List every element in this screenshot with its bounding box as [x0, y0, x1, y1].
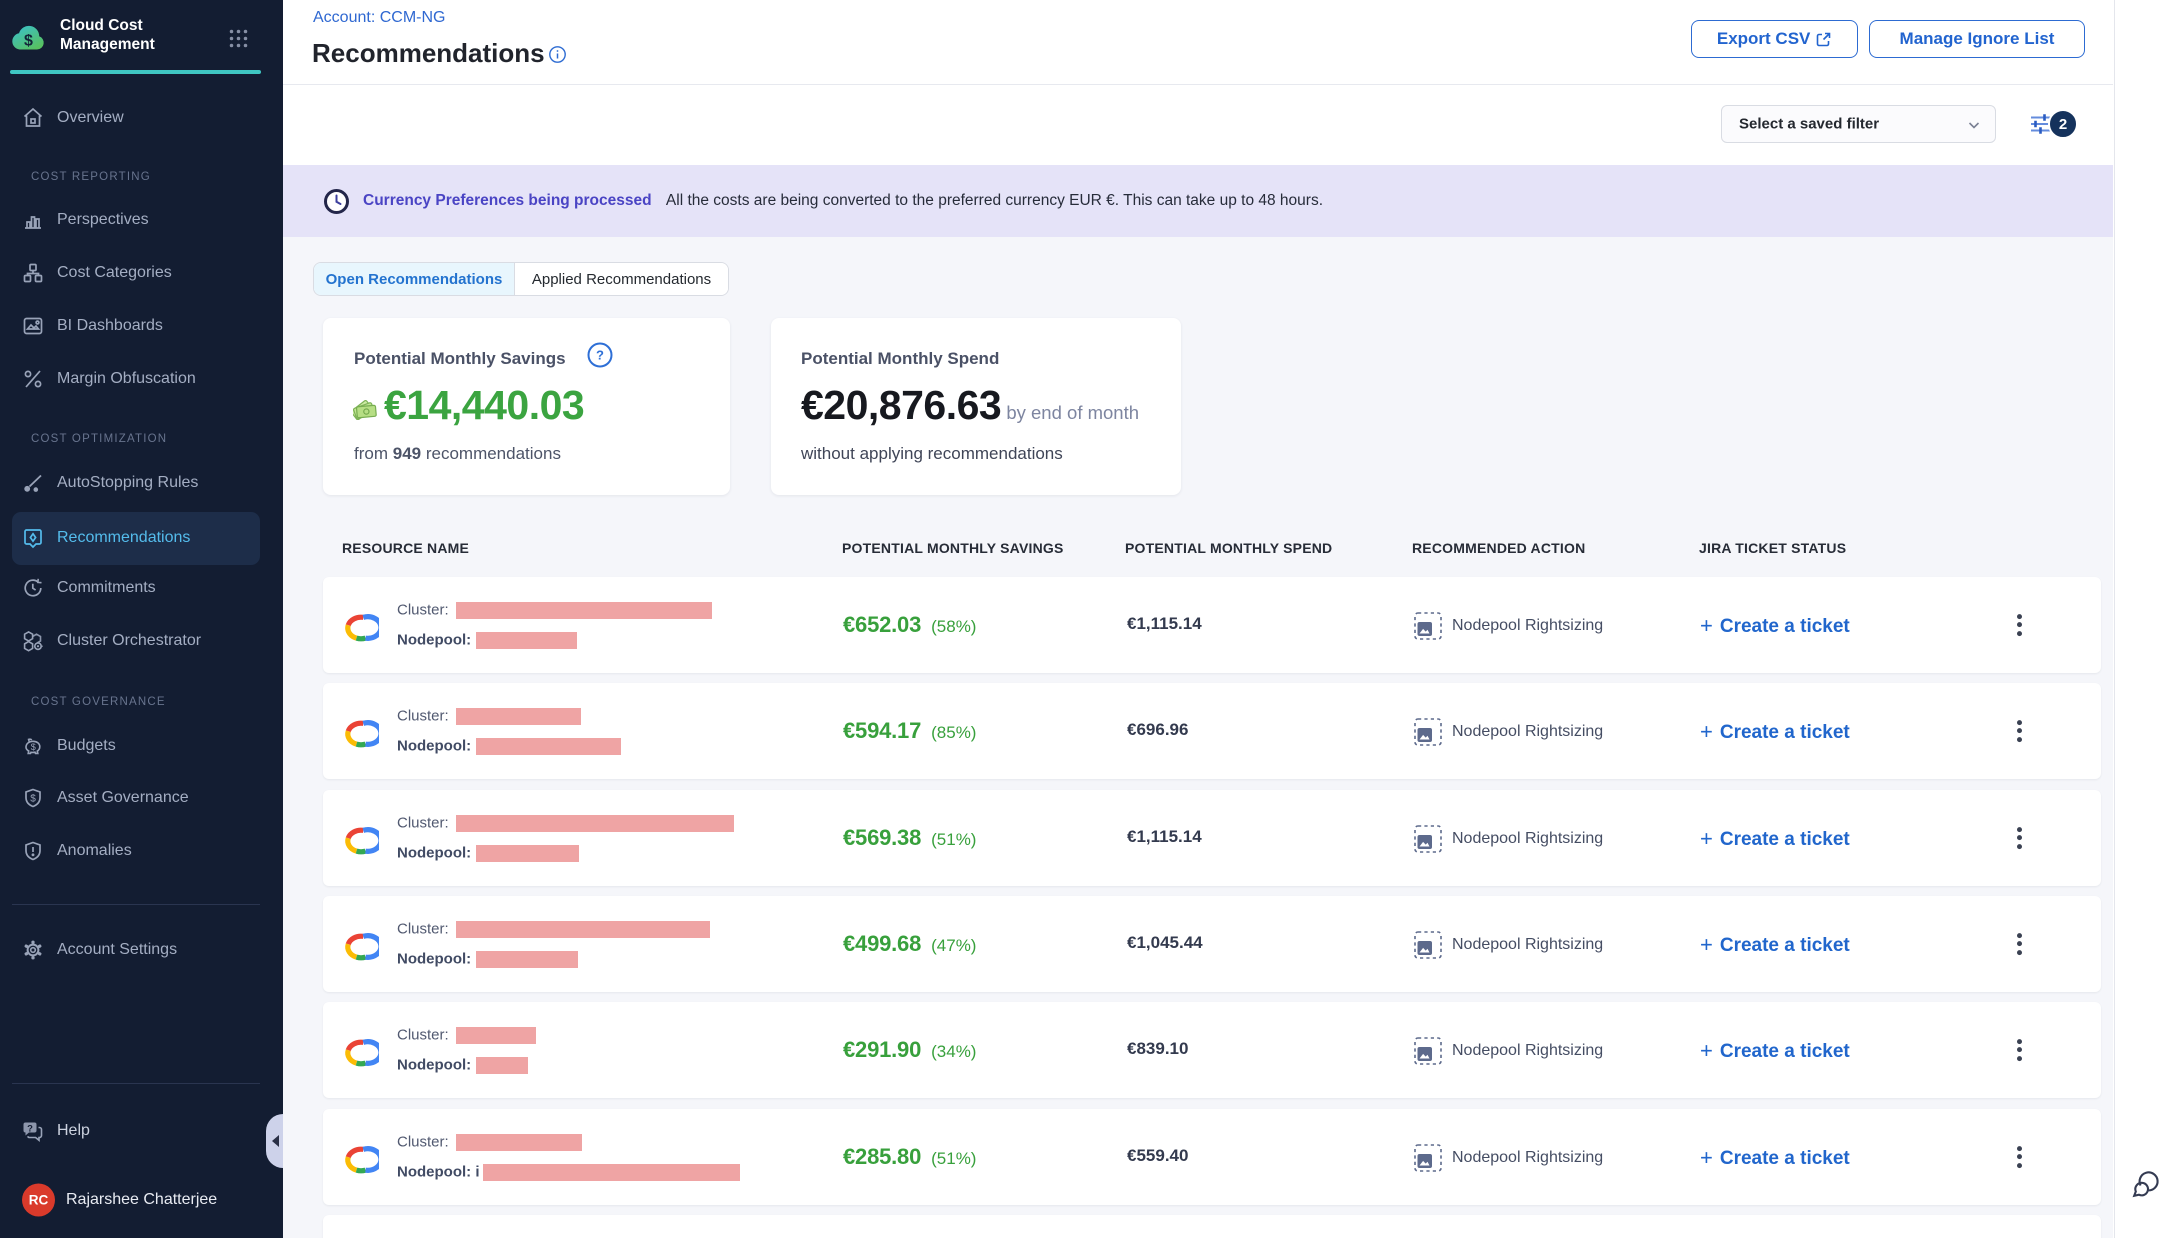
svg-text:?: ? [27, 1124, 33, 1135]
svg-text:$: $ [30, 794, 36, 805]
svg-text:$: $ [24, 33, 33, 50]
svg-text:?: ? [596, 348, 604, 363]
svg-text:$: $ [31, 742, 36, 752]
